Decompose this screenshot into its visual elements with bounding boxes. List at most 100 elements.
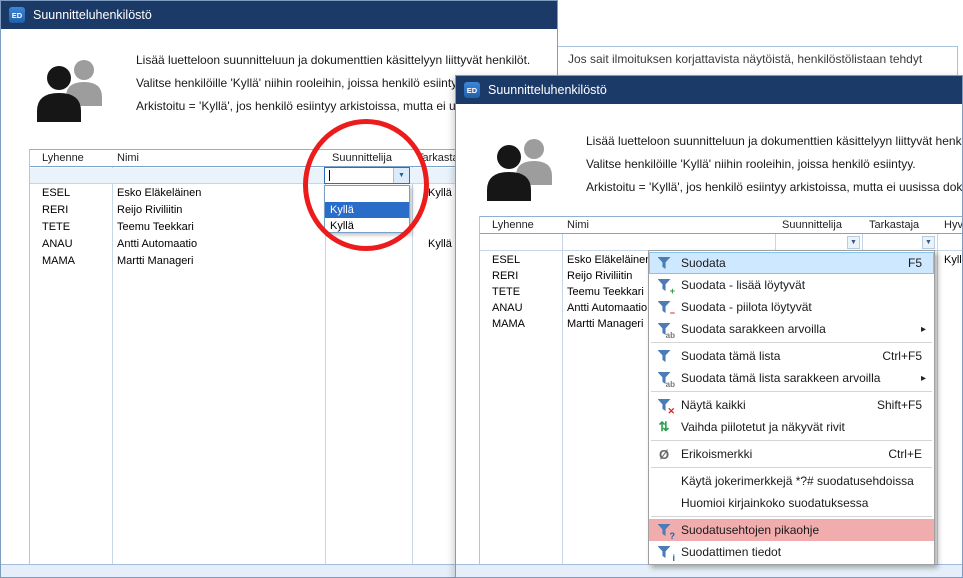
filter-icon: [653, 255, 675, 271]
menu-item-label: Huomioi kirjainkoko suodatuksessa: [681, 496, 928, 510]
menu-item-shortcut: Ctrl+F5: [882, 349, 928, 363]
horizontal-scrollbar[interactable]: [456, 564, 962, 578]
menu-item-nayta-kaikki[interactable]: ✕ Näytä kaikki Shift+F5: [649, 394, 934, 416]
info-line-3: Arkistoitu = 'Kyllä', jos henkilö esiint…: [586, 180, 963, 194]
background-panel-border-right: [957, 46, 958, 76]
menu-item-vaihda-piilotetut[interactable]: ⇅ Vaihda piilotetut ja näkyvät rivit: [649, 416, 934, 438]
cell-nimi: Esko Eläkeläinen: [567, 254, 651, 266]
filter-values-icon: ab: [653, 321, 675, 337]
swap-rows-icon: ⇅: [653, 419, 675, 435]
menu-item-label: Suodata - lisää löytyvät: [681, 278, 928, 292]
info-line-3: Arkistoitu = 'Kyllä', jos henkilö esiint…: [136, 99, 477, 113]
submenu-arrow-icon: ▸: [921, 324, 926, 335]
cell-nimi: Martti Manageri: [567, 318, 643, 330]
cell-lyhenne: TETE: [42, 221, 70, 233]
cell-lyhenne: ANAU: [42, 238, 73, 250]
menu-item-jokerimerkit[interactable]: Käytä jokerimerkkejä *?# suodatusehdoiss…: [649, 470, 934, 492]
column-header-lyhenne[interactable]: Lyhenne: [42, 152, 84, 164]
filter-help-icon: ?: [653, 522, 675, 538]
screen: Jos sait ilmoituksen korjattavista näytö…: [0, 0, 963, 578]
no-icon: [653, 473, 675, 489]
cell-hyvaksyja: Kyllä: [944, 254, 963, 266]
special-character-icon: Ø: [653, 446, 675, 462]
cell-nimi: Martti Manageri: [117, 255, 193, 267]
column-header-hyvaksyja[interactable]: Hyväksyjä: [944, 219, 963, 231]
cell-nimi: Teemu Teekkari: [117, 221, 194, 233]
column-header-suunnittelija[interactable]: Suunnittelija: [782, 219, 842, 231]
menu-item-suodatusehtojen-pikaohje[interactable]: ? Suodatusehtojen pikaohje: [649, 519, 934, 541]
menu-item-label: Näytä kaikki: [681, 398, 867, 412]
menu-separator: [651, 467, 932, 468]
menu-item-label: Suodata: [681, 256, 898, 270]
app-logo-icon: ED: [9, 7, 25, 23]
menu-item-label: Vaihda piilotetut ja näkyvät rivit: [681, 420, 928, 434]
menu-item-label: Suodata tämä lista: [681, 349, 872, 363]
menu-item-label: Suodatusehtojen pikaohje: [681, 523, 928, 537]
menu-separator: [651, 440, 932, 441]
table-header-row: Lyhenne Nimi Suunnittelija Tarkastaja Hy…: [480, 217, 963, 234]
menu-separator: [651, 516, 932, 517]
column-header-nimi[interactable]: Nimi: [567, 219, 589, 231]
menu-item-label: Käytä jokerimerkkejä *?# suodatusehdoiss…: [681, 474, 928, 488]
cell-nimi: Esko Eläkeläinen: [117, 187, 201, 199]
menu-item-shortcut: Ctrl+E: [888, 447, 928, 461]
menu-item-suodata-lisaa[interactable]: + Suodata - lisää löytyvät: [649, 274, 934, 296]
column-header-nimi[interactable]: Nimi: [117, 152, 139, 164]
app-logo-icon: ED: [464, 82, 480, 98]
cell-nimi: Antti Automaatio: [117, 238, 197, 250]
annotation-circle: [303, 119, 429, 251]
menu-item-suodattimen-tiedot[interactable]: i Suodattimen tiedot: [649, 541, 934, 563]
menu-item-label: Suodata sarakkeen arvoilla: [681, 322, 928, 336]
cell-lyhenne: MAMA: [42, 255, 75, 267]
filter-row[interactable]: ▼ ▼: [480, 235, 963, 251]
cell-tarkastaja: Kyllä: [428, 238, 452, 250]
filter-list-icon: [653, 348, 675, 364]
filter-info-icon: i: [653, 544, 675, 560]
column-header-lyhenne[interactable]: Lyhenne: [492, 219, 534, 231]
chevron-down-icon[interactable]: ▼: [922, 236, 935, 249]
menu-item-suodata-piilota[interactable]: − Suodata - piilota löytyvät: [649, 296, 934, 318]
cell-nimi: Reijo Riviliitin: [117, 204, 182, 216]
cell-lyhenne: RERI: [492, 270, 518, 282]
menu-separator: [651, 342, 932, 343]
background-panel-border: [558, 46, 958, 47]
chevron-down-icon[interactable]: ▼: [847, 236, 860, 249]
cell-nimi: Teemu Teekkari: [567, 286, 644, 298]
filter-clear-icon: ✕: [653, 397, 675, 413]
menu-item-shortcut: F5: [908, 256, 928, 270]
left-title-bar[interactable]: ED Suunnitteluhenkilöstö: [1, 1, 557, 29]
cell-lyhenne: ANAU: [492, 302, 523, 314]
info-line-1: Lisää luetteloon suunnitteluun ja dokume…: [136, 53, 530, 67]
column-header-tarkastaja[interactable]: Tarkastaja: [869, 219, 919, 231]
menu-item-label: Suodata - piilota löytyvät: [681, 300, 928, 314]
cell-nimi: Antti Automaatio: [567, 302, 647, 314]
background-note-text: Jos sait ilmoituksen korjattavista näytö…: [568, 52, 922, 66]
menu-item-shortcut: Shift+F5: [877, 398, 928, 412]
cell-lyhenne: ESEL: [42, 187, 70, 199]
cell-lyhenne: RERI: [42, 204, 68, 216]
cell-lyhenne: ESEL: [492, 254, 520, 266]
menu-item-kirjainkoko[interactable]: Huomioi kirjainkoko suodatuksessa: [649, 492, 934, 514]
people-icon: [31, 57, 113, 123]
info-line-2: Valitse henkilöille 'Kyllä' niihin roole…: [136, 76, 466, 90]
cell-lyhenne: TETE: [492, 286, 520, 298]
no-icon: [653, 495, 675, 511]
personnel-table-left: Lyhenne Nimi Suunnittelija Tarkastaja ES…: [29, 149, 529, 564]
right-title-bar[interactable]: ED Suunnitteluhenkilöstö: [456, 76, 962, 104]
menu-item-suodata-tama-lista-sarakkeen[interactable]: ab Suodata tämä lista sarakkeen arvoilla…: [649, 367, 934, 389]
menu-item-suodata[interactable]: Suodata F5: [649, 252, 934, 274]
info-line-1: Lisää luetteloon suunnitteluun ja dokume…: [586, 134, 963, 148]
filter-context-menu: Suodata F5 + Suodata - lisää löytyvät − …: [648, 250, 935, 565]
people-icon: [481, 136, 563, 202]
filter-remove-icon: −: [653, 299, 675, 315]
info-line-2: Valitse henkilöille 'Kyllä' niihin roole…: [586, 157, 916, 171]
menu-separator: [651, 391, 932, 392]
menu-item-suodata-sarakkeen-arvoilla[interactable]: ab Suodata sarakkeen arvoilla ▸: [649, 318, 934, 340]
filter-list-values-icon: ab: [653, 370, 675, 386]
menu-item-label: Erikoismerkki: [681, 447, 878, 461]
menu-item-suodata-tama-lista[interactable]: Suodata tämä lista Ctrl+F5: [649, 345, 934, 367]
left-window-title: Suunnitteluhenkilöstö: [33, 8, 152, 22]
menu-item-erikoismerkki[interactable]: Ø Erikoismerkki Ctrl+E: [649, 443, 934, 465]
menu-item-label: Suodattimen tiedot: [681, 545, 928, 559]
menu-item-label: Suodata tämä lista sarakkeen arvoilla: [681, 371, 928, 385]
